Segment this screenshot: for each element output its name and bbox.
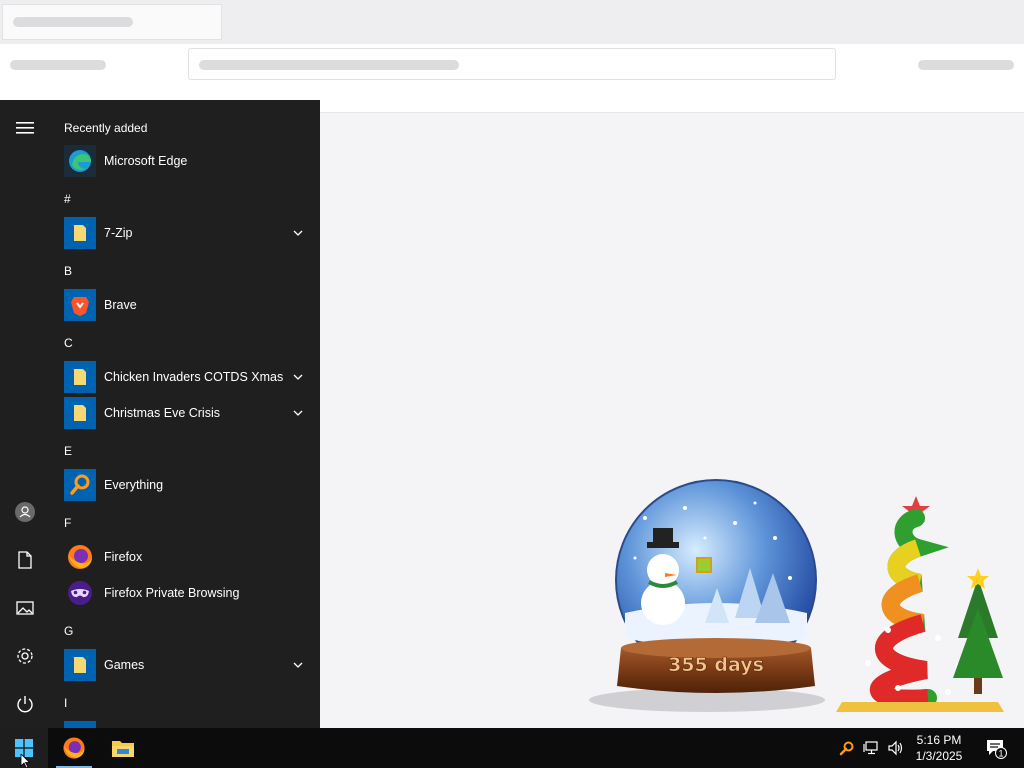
app-item-firefox-private-browsing[interactable]: Firefox Private Browsing: [60, 575, 314, 611]
everything-search-icon: [839, 741, 854, 756]
section-header-e: E: [64, 444, 73, 458]
section-header-c: C: [64, 336, 73, 350]
documents-icon[interactable]: [9, 544, 41, 576]
clock-date: 1/3/2025: [915, 749, 963, 763]
folder-icon: [64, 217, 96, 249]
chevron-down-icon[interactable]: [292, 371, 304, 383]
folder-icon: [64, 361, 96, 393]
taskbar-firefox[interactable]: [50, 728, 98, 768]
app-label: Chicken Invaders COTDS Xmas: [104, 370, 284, 384]
file-explorer-icon: [112, 741, 134, 757]
section-header-f: F: [64, 516, 72, 530]
section-header-i: I: [64, 696, 68, 710]
taskbar-clock[interactable]: 5:16 PM 1/3/2025: [906, 732, 972, 766]
private-mask-icon: [64, 577, 96, 609]
clock-time: 5:16 PM: [916, 733, 962, 747]
app-item-brave[interactable]: Brave: [60, 287, 314, 323]
app-item-christmas-eve-crisis[interactable]: Christmas Eve Crisis: [60, 395, 314, 431]
app-list: Recently added Microsoft Edge # 7-Zip B: [50, 100, 320, 728]
snowglobe-countdown-widget[interactable]: 355 days: [585, 478, 830, 718]
hamburger-icon[interactable]: [9, 112, 41, 144]
chevron-down-icon[interactable]: [292, 227, 304, 239]
app-label: Everything: [104, 478, 164, 492]
app-item-firefox[interactable]: Firefox: [60, 539, 314, 575]
network-icon: [863, 741, 878, 755]
app-item-chicken-invaders[interactable]: Chicken Invaders COTDS Xmas: [60, 359, 314, 395]
app-label: Microsoft Edge: [104, 154, 188, 168]
toolbar-right-placeholder: [918, 60, 1014, 70]
app-label: 7-Zip: [104, 226, 133, 240]
tray-network[interactable]: [860, 728, 882, 768]
app-item-7-zip[interactable]: 7-Zip: [60, 215, 314, 251]
pictures-icon[interactable]: [9, 592, 41, 624]
taskbar-file-explorer[interactable]: [99, 728, 147, 768]
toolbar-left-placeholder: [10, 60, 106, 70]
notification-count: 1: [998, 749, 1003, 759]
section-header-recently-added: Recently added: [64, 121, 148, 135]
volume-icon: [888, 740, 903, 756]
mouse-cursor-icon: [20, 754, 31, 768]
app-label: Christmas Eve Crisis: [104, 406, 220, 420]
firefox-icon: [64, 541, 96, 573]
folder-icon: [64, 721, 96, 728]
app-label: Games: [104, 658, 145, 672]
tab-title-placeholder: [13, 17, 133, 27]
action-center-button[interactable]: 1: [978, 728, 1014, 768]
section-header-b: B: [64, 264, 73, 278]
taskbar: 5:16 PM 1/3/2025 1: [0, 728, 1024, 768]
settings-gear-icon[interactable]: [9, 640, 41, 672]
start-menu: Recently added Microsoft Edge # 7-Zip B: [0, 100, 320, 728]
app-item-microsoft-edge[interactable]: Microsoft Edge: [60, 143, 314, 179]
start-menu-rail: [0, 100, 50, 728]
christmas-tree-widget[interactable]: [828, 488, 1024, 726]
notification-icon: 1: [987, 740, 1007, 759]
tray-everything[interactable]: [836, 728, 858, 768]
section-header-hash: #: [64, 192, 71, 206]
browser-tab[interactable]: [2, 4, 222, 40]
app-label: Firefox Private Browsing: [104, 586, 240, 600]
browser-tab-strip: [0, 0, 1024, 44]
user-avatar-icon[interactable]: [9, 496, 41, 528]
app-item-partial[interactable]: [60, 719, 314, 728]
folder-icon: [64, 397, 96, 429]
folder-icon: [64, 649, 96, 681]
chevron-down-icon[interactable]: [292, 659, 304, 671]
address-bar[interactable]: [188, 48, 836, 80]
app-item-everything[interactable]: Everything: [60, 467, 314, 503]
screen: 355 days Recently added Microsoft Edge #…: [0, 0, 1024, 768]
section-header-g: G: [64, 624, 74, 638]
countdown-label: 355 days: [668, 654, 764, 676]
power-icon[interactable]: [9, 688, 41, 720]
address-placeholder: [199, 60, 459, 70]
firefox-icon: [63, 737, 85, 759]
magnifier-icon: [64, 469, 96, 501]
tray-volume[interactable]: [884, 728, 906, 768]
brave-icon: [64, 289, 96, 321]
app-label: Firefox: [104, 550, 143, 564]
chevron-down-icon[interactable]: [292, 407, 304, 419]
app-label: Brave: [104, 298, 137, 312]
app-item-games[interactable]: Games: [60, 647, 314, 683]
edge-icon: [64, 145, 96, 177]
